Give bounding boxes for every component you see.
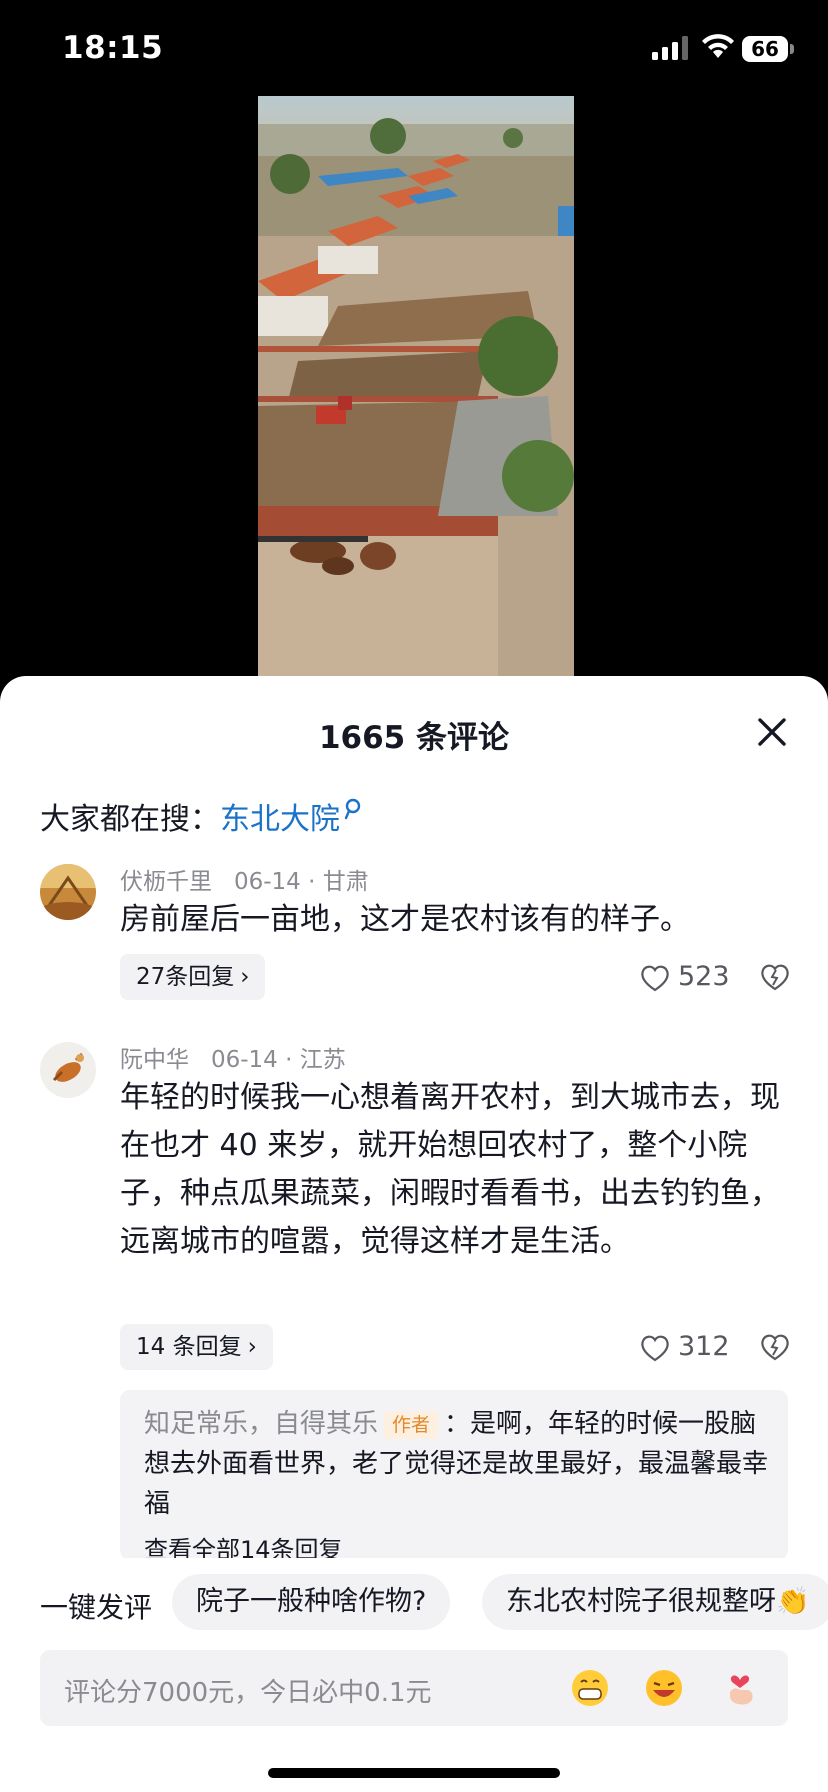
video-scene-image: [258, 96, 574, 676]
author-badge: 作者: [384, 1410, 439, 1439]
like-count: 312: [678, 1331, 730, 1362]
hot-search-label: 大家都在搜：: [40, 802, 220, 837]
comment-input-placeholder: 评论分7000元，今日必中0.1元: [64, 1678, 432, 1708]
comment-count-title: 1665 条评论: [318, 720, 510, 756]
bottom-bar: 一键发评 院子一般种啥作物? 东北农村院子很规整呀👏 评论分7000元，今日必中…: [0, 1558, 828, 1792]
like-count: 523: [678, 961, 730, 992]
avatar[interactable]: [40, 1042, 96, 1098]
comment-author[interactable]: 阮中华: [120, 1047, 189, 1073]
comment-text[interactable]: 房前屋后一亩地，这才是农村该有的样子。: [120, 896, 790, 944]
dislike-icon[interactable]: [760, 962, 790, 992]
chevron-right-icon: ›: [240, 964, 250, 990]
sub-reply-author[interactable]: 知足常乐，自得其乐: [144, 1409, 378, 1439]
dislike-icon[interactable]: [760, 1332, 790, 1362]
status-time: 18:15: [62, 30, 164, 66]
quick-comment-chip[interactable]: 院子一般种啥作物?: [172, 1574, 451, 1630]
close-icon[interactable]: [756, 716, 788, 748]
replies-count: 27条回复: [136, 964, 235, 990]
status-bar: 18:15 66: [0, 0, 828, 100]
chevron-right-icon: ›: [247, 1334, 257, 1360]
grin-emoji-icon[interactable]: [570, 1668, 610, 1708]
like-button[interactable]: 312: [640, 1330, 730, 1364]
quick-comment-chip[interactable]: 东北农村院子很规整呀👏: [482, 1574, 828, 1630]
heart-icon: [641, 965, 669, 991]
quick-comment-label: 一键发评: [40, 1591, 153, 1624]
sub-reply-text-block: 知足常乐，自得其乐 作者 ：是啊，年轻的时候一股脑想去外面看世界，老了觉得还是故里最…: [144, 1404, 768, 1524]
comment-author[interactable]: 伏枥千里: [120, 869, 212, 895]
view-replies-button[interactable]: 14 条回复 ›: [120, 1324, 273, 1370]
wifi-icon: [702, 34, 734, 58]
comment-input[interactable]: 评论分7000元，今日必中0.1元: [40, 1650, 788, 1726]
comment-text[interactable]: 年轻的时候我一心想着离开农村，到大城市去，现在也才 40 来岁，就开始想回农村了…: [120, 1074, 790, 1266]
hot-search-keyword[interactable]: 东北大院: [220, 802, 340, 837]
battery-tip: [790, 44, 794, 54]
cellular-signal-icon: [652, 36, 688, 60]
view-replies-button[interactable]: 27条回复 ›: [120, 954, 266, 1000]
search-icon: [344, 798, 361, 820]
like-button[interactable]: 523: [640, 960, 730, 994]
comment-date-location: 06-14 · 甘肃: [233, 869, 369, 895]
heart-icon: [641, 1335, 669, 1361]
laugh-emoji-icon[interactable]: [644, 1668, 684, 1708]
comment-meta: 阮中华 06-14 · 江苏: [120, 1040, 346, 1074]
home-indicator: [268, 1768, 560, 1778]
sub-reply[interactable]: 知足常乐，自得其乐 作者 ：是啊，年轻的时候一股脑想去外面看世界，老了觉得还是故里最…: [120, 1390, 788, 1564]
hot-search: 大家都在搜：东北大院: [40, 794, 362, 838]
comment-meta: 伏枥千里 06-14 · 甘肃: [120, 862, 369, 896]
replies-count: 14 条回复: [136, 1334, 242, 1360]
comment-date-location: 06-14 · 江苏: [210, 1047, 346, 1073]
battery-icon: 66: [742, 36, 788, 62]
finger-heart-emoji-icon[interactable]: [720, 1668, 760, 1708]
video-thumbnail[interactable]: [258, 96, 574, 676]
avatar[interactable]: [40, 864, 96, 920]
